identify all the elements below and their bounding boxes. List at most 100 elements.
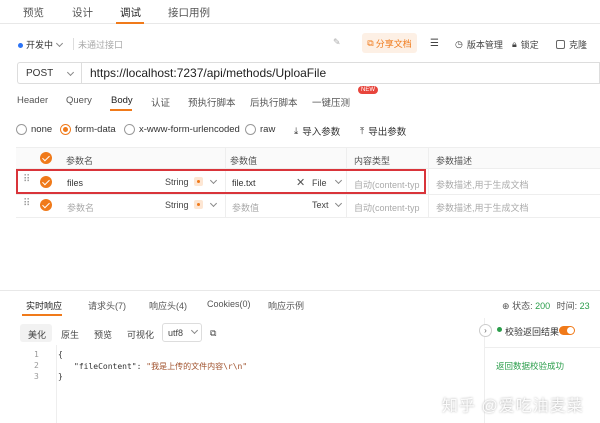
tab-query[interactable]: Query [66,95,92,106]
environment-select[interactable]: 开发中 [18,38,64,51]
success-dot-icon [497,327,502,332]
line-number: 2 [34,361,39,370]
json-sep: : [136,362,147,371]
param-value-cell[interactable]: 参数值 [232,201,259,214]
drag-handle-icon[interactable]: ⠿ [23,198,30,209]
top-tab-bar: 预览 设计 调试 接口用例 [0,0,600,24]
encoding-label: utf8 [168,328,184,338]
status-bar: ⊕ 状态: 200 时间: 23 [502,299,590,312]
time-value: 23 [579,301,590,311]
gutter-divider [56,345,57,423]
chevron-down-icon[interactable] [334,199,343,208]
chevron-down-icon [66,68,75,77]
row-checkbox[interactable] [40,199,52,211]
divider [484,347,600,348]
tab-live-response[interactable]: 实时响应 [26,299,62,312]
share-label: 分享文档 [375,38,412,49]
radio-urlencoded[interactable]: x-www-form-urlencoded [124,124,240,135]
tab-post-script[interactable]: 后执行脚本 [250,95,298,109]
params-table-header: 参数名 参数值 内容类型 参数描述 [16,147,600,169]
param-type-select[interactable]: String [165,200,189,210]
line-number: 3 [34,372,39,381]
import-params-button[interactable]: ⤓ 导入参数 [294,124,341,139]
copy-icon [556,40,565,49]
tab-body[interactable]: Body [111,95,133,106]
column-divider [428,147,429,217]
param-desc-cell[interactable]: 参数描述,用于生成文档 [436,201,529,214]
format-beautify[interactable]: 美化 [28,328,46,341]
header-param-value: 参数值 [230,156,258,166]
radio-label: raw [260,124,276,135]
chevron-down-icon [55,39,64,48]
format-raw[interactable]: 原生 [61,328,79,341]
tab-response-example[interactable]: 响应示例 [268,299,304,312]
status-label: 状态: [512,301,533,311]
radio-circle [245,124,256,135]
tab-cases[interactable]: 接口用例 [168,5,210,20]
export-label: 导出参数 [368,127,407,138]
required-icon [194,200,203,209]
lock-button[interactable]: 🔒︎ 锁定 [512,38,539,51]
validate-label: 校验返回结果 [505,327,560,337]
header-param-name: 参数名 [66,156,94,166]
row-divider [16,194,600,195]
new-badge: NEW [358,86,378,94]
collapse-panel-icon[interactable]: › [479,324,492,337]
method-label: POST [26,67,54,79]
tab-load-test[interactable]: 一键压测 [312,95,350,109]
radio-label: x-www-form-urlencoded [139,124,240,135]
tab-preview[interactable]: 预览 [23,5,44,20]
lock-label: 锁定 [520,40,539,50]
clock-icon: ◷ [455,39,463,49]
chevron-down-icon[interactable] [209,199,218,208]
tab-cookies[interactable]: Cookies(0) [207,299,251,309]
radio-none[interactable]: none [16,124,52,135]
tab-debug[interactable]: 调试 [120,5,141,20]
version-label: 版本管理 [466,40,503,50]
param-desc-cell[interactable]: 参数描述,用于生成文档 [436,178,529,191]
radio-raw[interactable]: raw [245,124,275,135]
param-name-cell[interactable]: 参数名 [67,201,94,214]
share-doc-button[interactable]: ⧉ 分享文档 [362,33,417,53]
select-all-checkbox[interactable] [40,152,52,164]
line-number: 1 [34,350,39,359]
watermark: 知乎 @爱吃油麦菜 [442,398,584,415]
validate-toggle[interactable] [559,326,575,335]
version-button[interactable]: ◷ 版本管理 [455,38,503,51]
api-name-input[interactable]: 未通过接口 [78,38,348,51]
tab-design[interactable]: 设计 [72,5,93,20]
env-dot-icon [18,43,23,49]
code-line: "fileContent": "我是上传的文件内容\r\n" [74,361,247,372]
url-input[interactable]: https://localhost:7237/api/methods/Uploa… [81,62,600,84]
lock-icon: 🔒︎ [512,39,517,49]
code-line: } [58,372,63,381]
tab-request-headers[interactable]: 请求头(7) [88,299,126,312]
format-visualize[interactable]: 可视化 [127,328,154,341]
env-label: 开发中 [26,40,54,50]
tab-response-headers[interactable]: 响应头(4) [149,299,187,312]
method-select[interactable]: POST [17,62,81,84]
radio-form-data[interactable]: form-data [60,124,116,135]
format-preview[interactable]: 预览 [94,328,112,341]
tab-header[interactable]: Header [17,95,48,106]
value-type-select[interactable]: Text [312,200,329,210]
radio-circle-selected [60,124,71,135]
import-label: 导入参数 [302,127,341,138]
more-menu-icon[interactable]: ☰ [430,38,439,49]
highlight-box [16,169,426,194]
globe-icon: ⊕ [502,301,510,311]
edit-icon[interactable]: ✎ [333,37,341,48]
row-divider [16,217,600,218]
copy-icon[interactable]: ⧉ [210,328,216,339]
export-params-button[interactable]: ⤒ 导出参数 [360,124,407,139]
active-tab-underline [116,22,144,24]
clone-button[interactable]: 克隆 [556,38,587,51]
content-type-cell[interactable]: 自动(content-typ [354,201,420,214]
radio-label: none [31,124,53,135]
download-icon: ⤓ [294,125,299,137]
section-divider [0,290,600,291]
json-key: "fileContent" [74,362,137,371]
tab-auth[interactable]: 认证 [151,95,170,109]
tab-pre-script[interactable]: 预执行脚本 [188,95,236,109]
clone-label: 克隆 [569,40,588,50]
